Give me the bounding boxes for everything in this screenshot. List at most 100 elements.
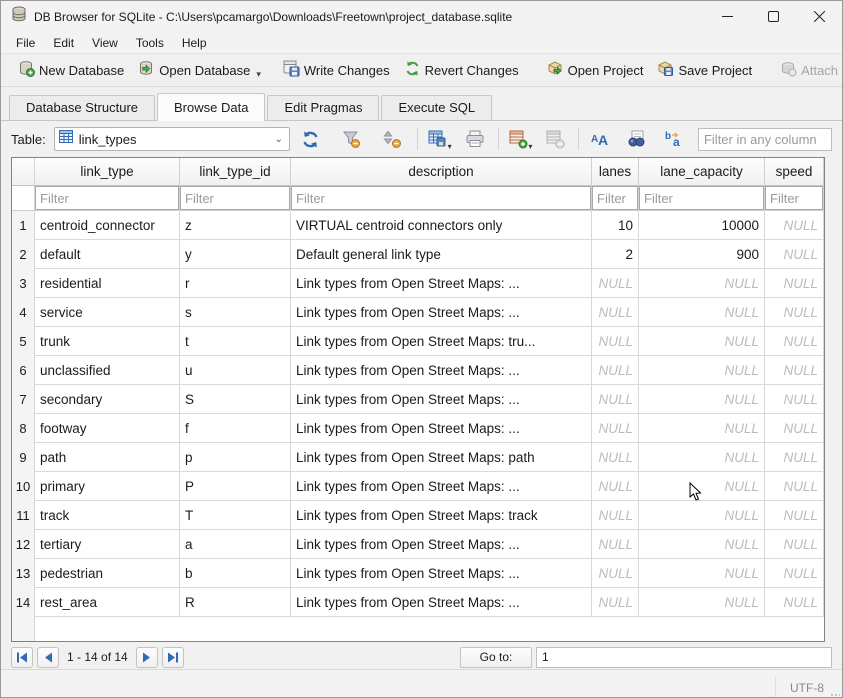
filter-any-column-input[interactable] — [698, 128, 832, 151]
cell-description[interactable]: Link types from Open Street Maps: ... — [291, 530, 592, 559]
close-button[interactable] — [796, 1, 842, 32]
cell-speed[interactable]: NULL — [765, 472, 824, 501]
insert-record-button[interactable]: ▾ — [508, 128, 529, 150]
table-selector[interactable]: link_types ⌄ — [54, 127, 290, 151]
cell-lane_capacity[interactable]: NULL — [639, 356, 765, 385]
find-in-cells-button[interactable] — [626, 128, 647, 150]
edit-display-format-button[interactable]: A A — [589, 128, 610, 150]
clear-sorting-button[interactable] — [382, 128, 403, 150]
cell-lanes[interactable]: NULL — [592, 501, 639, 530]
cell-description[interactable]: Link types from Open Street Maps: track — [291, 501, 592, 530]
tab-browse-data[interactable]: Browse Data — [157, 93, 265, 121]
cell-lanes[interactable]: NULL — [592, 472, 639, 501]
cell-link_type_id[interactable]: u — [180, 356, 291, 385]
cell-link_type[interactable]: tertiary — [35, 530, 180, 559]
revert-changes-button[interactable]: Revert Changes — [397, 56, 526, 84]
cell-description[interactable]: Default general link type — [291, 240, 592, 269]
insert-record-dropdown-caret[interactable]: ▾ — [528, 142, 532, 151]
replace-button[interactable]: b a — [663, 128, 684, 150]
cell-lanes[interactable]: NULL — [592, 588, 639, 617]
cell-link_type_id[interactable]: T — [180, 501, 291, 530]
maximize-button[interactable] — [750, 1, 796, 32]
write-changes-button[interactable]: Write Changes — [276, 56, 397, 84]
row-number[interactable]: 13 — [12, 559, 35, 588]
cell-description[interactable]: Link types from Open Street Maps: ... — [291, 588, 592, 617]
cell-description[interactable]: Link types from Open Street Maps: ... — [291, 298, 592, 327]
menu-help[interactable]: Help — [173, 34, 216, 52]
cell-link_type[interactable]: footway — [35, 414, 180, 443]
previous-record-button[interactable] — [37, 647, 59, 668]
cell-lane_capacity[interactable]: NULL — [639, 501, 765, 530]
cell-link_type[interactable]: trunk — [35, 327, 180, 356]
cell-speed[interactable]: NULL — [765, 269, 824, 298]
cell-link_type[interactable]: centroid_connector — [35, 211, 180, 240]
cell-lanes[interactable]: NULL — [592, 530, 639, 559]
cell-lanes[interactable]: 10 — [592, 211, 639, 240]
cell-lane_capacity[interactable]: NULL — [639, 385, 765, 414]
cell-lane_capacity[interactable]: NULL — [639, 414, 765, 443]
cell-link_type_id[interactable]: f — [180, 414, 291, 443]
last-record-button[interactable] — [162, 647, 184, 668]
cell-description[interactable]: Link types from Open Street Maps: ... — [291, 414, 592, 443]
column-header-link_type[interactable]: link_type — [35, 158, 180, 186]
filter-input-link_type[interactable] — [35, 186, 179, 210]
resize-grip[interactable] — [830, 693, 840, 698]
column-header-speed[interactable]: speed — [765, 158, 824, 186]
cell-lanes[interactable]: NULL — [592, 356, 639, 385]
row-number[interactable]: 4 — [12, 298, 35, 327]
clear-filters-button[interactable] — [341, 128, 362, 150]
row-number[interactable]: 10 — [12, 472, 35, 501]
menu-file[interactable]: File — [7, 34, 44, 52]
cell-speed[interactable]: NULL — [765, 443, 824, 472]
cell-description[interactable]: Link types from Open Street Maps: ... — [291, 385, 592, 414]
filter-input-description[interactable] — [291, 186, 591, 210]
cell-lane_capacity[interactable]: NULL — [639, 269, 765, 298]
refresh-button[interactable] — [300, 128, 321, 150]
cell-link_type_id[interactable]: p — [180, 443, 291, 472]
cell-description[interactable]: Link types from Open Street Maps: ... — [291, 472, 592, 501]
cell-lane_capacity[interactable]: 10000 — [639, 211, 765, 240]
cell-lane_capacity[interactable]: NULL — [639, 298, 765, 327]
cell-link_type_id[interactable]: P — [180, 472, 291, 501]
column-header-lane_capacity[interactable]: lane_capacity — [639, 158, 765, 186]
cell-link_type[interactable]: default — [35, 240, 180, 269]
row-number[interactable]: 7 — [12, 385, 35, 414]
cell-link_type[interactable]: unclassified — [35, 356, 180, 385]
cell-link_type_id[interactable]: s — [180, 298, 291, 327]
next-record-button[interactable] — [136, 647, 158, 668]
cell-lanes[interactable]: 2 — [592, 240, 639, 269]
cell-link_type[interactable]: path — [35, 443, 180, 472]
cell-lanes[interactable]: NULL — [592, 559, 639, 588]
cell-link_type_id[interactable]: r — [180, 269, 291, 298]
cell-speed[interactable]: NULL — [765, 211, 824, 240]
menu-tools[interactable]: Tools — [127, 34, 173, 52]
goto-record-input[interactable] — [536, 647, 832, 668]
row-number[interactable]: 8 — [12, 414, 35, 443]
cell-lanes[interactable]: NULL — [592, 298, 639, 327]
cell-link_type_id[interactable]: R — [180, 588, 291, 617]
cell-link_type_id[interactable]: S — [180, 385, 291, 414]
cell-lane_capacity[interactable]: 900 — [639, 240, 765, 269]
row-number[interactable]: 5 — [12, 327, 35, 356]
cell-lanes[interactable]: NULL — [592, 327, 639, 356]
cell-description[interactable]: VIRTUAL centroid connectors only — [291, 211, 592, 240]
row-number[interactable]: 3 — [12, 269, 35, 298]
cell-speed[interactable]: NULL — [765, 501, 824, 530]
row-number[interactable]: 6 — [12, 356, 35, 385]
cell-lane_capacity[interactable]: NULL — [639, 588, 765, 617]
cell-speed[interactable]: NULL — [765, 298, 824, 327]
cell-lanes[interactable]: NULL — [592, 414, 639, 443]
cell-link_type_id[interactable]: z — [180, 211, 291, 240]
tab-database-structure[interactable]: Database Structure — [9, 95, 155, 120]
minimize-button[interactable] — [704, 1, 750, 32]
open-database-button[interactable]: Open Database ▾ — [131, 56, 268, 84]
cell-link_type[interactable]: primary — [35, 472, 180, 501]
cell-speed[interactable]: NULL — [765, 385, 824, 414]
cell-description[interactable]: Link types from Open Street Maps: ... — [291, 356, 592, 385]
open-project-button[interactable]: Open Project — [540, 56, 651, 84]
column-header-lanes[interactable]: lanes — [592, 158, 639, 186]
row-number[interactable]: 12 — [12, 530, 35, 559]
cell-speed[interactable]: NULL — [765, 588, 824, 617]
cell-description[interactable]: Link types from Open Street Maps: ... — [291, 559, 592, 588]
menu-view[interactable]: View — [83, 34, 127, 52]
